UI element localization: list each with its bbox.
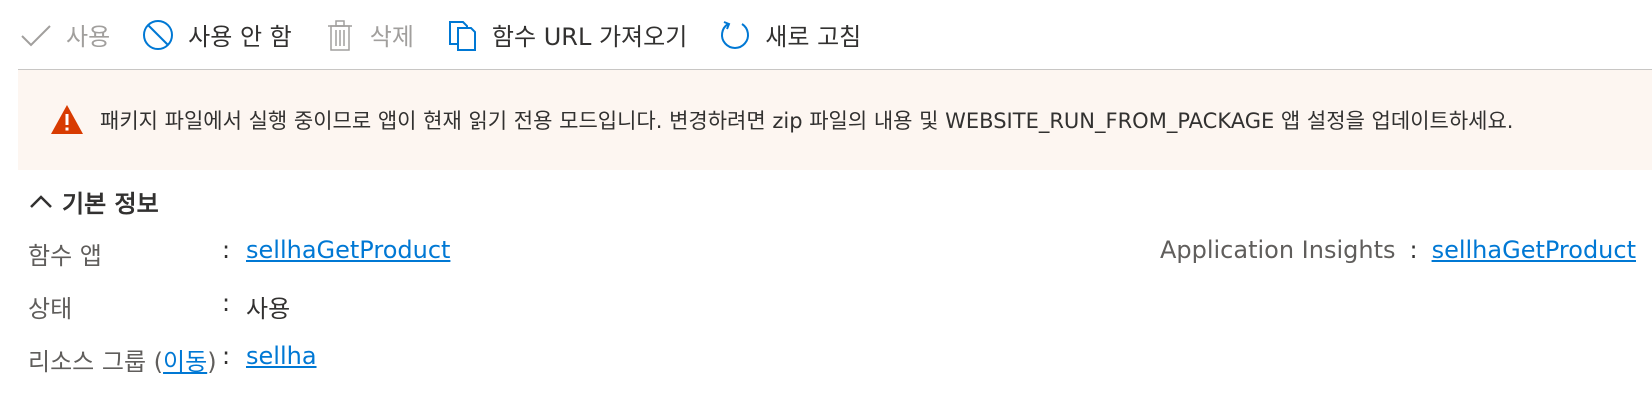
resource-group-label-suffix: )	[207, 348, 217, 376]
warning-icon	[50, 103, 84, 137]
get-function-url-label: 함수 URL 가져오기	[491, 23, 688, 51]
delete-label: 삭제	[369, 23, 414, 51]
resource-group-link[interactable]: sellha	[246, 342, 317, 370]
app-insights-link[interactable]: sellhaGetProduct	[1432, 236, 1636, 264]
resource-group-label: 리소스 그룹 (이동)	[28, 342, 217, 377]
command-bar: 사용 사용 안 함 삭제 함수 URL 가져오기 새로 고침	[18, 0, 1652, 70]
delete-button[interactable]: 삭제	[322, 13, 414, 57]
function-app-colon: :	[222, 236, 231, 264]
status-value: 사용	[246, 295, 291, 323]
disable-label: 사용 안 함	[188, 23, 292, 51]
enable-label: 사용	[66, 23, 111, 51]
status-label: 상태	[28, 295, 73, 323]
resource-group-colon: :	[222, 342, 231, 370]
readonly-warning-banner: 패키지 파일에서 실행 중이므로 앱이 현재 읽기 전용 모드입니다. 변경하려…	[18, 70, 1652, 170]
disable-button[interactable]: 사용 안 함	[140, 13, 292, 57]
essentials-title: 기본 정보	[62, 190, 159, 218]
function-app-link[interactable]: sellhaGetProduct	[246, 236, 450, 264]
refresh-icon	[717, 17, 753, 53]
get-function-url-button[interactable]: 함수 URL 가져오기	[444, 13, 687, 57]
refresh-label: 새로 고침	[765, 23, 862, 51]
resource-group-move-link[interactable]: 이동	[163, 348, 207, 376]
app-insights-label: Application Insights	[1159, 236, 1396, 264]
chevron-up-icon	[28, 189, 54, 215]
enable-button[interactable]: 사용	[18, 13, 110, 57]
status-colon: :	[222, 289, 231, 317]
block-icon	[140, 17, 176, 53]
function-app-label: 함수 앱	[28, 242, 102, 270]
app-insights-row: Application Insights : sellhaGetProduct	[1160, 236, 1636, 264]
trash-icon	[322, 17, 358, 53]
copy-icon	[444, 17, 480, 53]
resource-group-label-prefix: 리소스 그룹 (	[28, 348, 164, 376]
warning-message: 패키지 파일에서 실행 중이므로 앱이 현재 읽기 전용 모드입니다. 변경하려…	[100, 109, 1514, 133]
essentials-toggle[interactable]: 기본 정보	[28, 184, 159, 219]
refresh-button[interactable]: 새로 고침	[717, 13, 861, 57]
app-insights-colon: :	[1409, 236, 1418, 264]
checkmark-icon	[18, 17, 54, 53]
